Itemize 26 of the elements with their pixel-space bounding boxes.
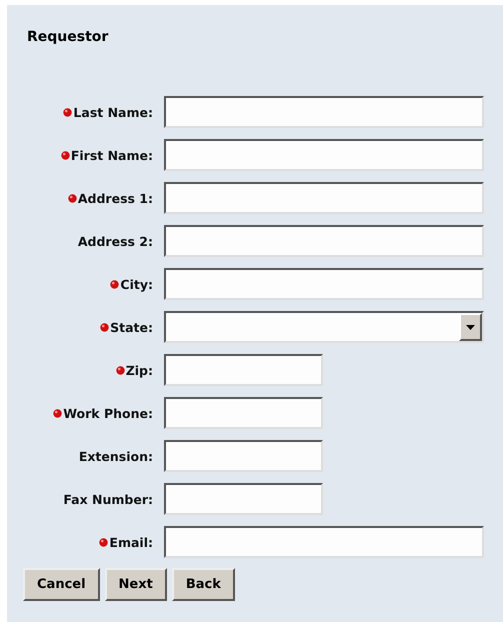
field-label: Last Name: [73,104,153,120]
field-label: Address 2: [78,234,153,248]
input-field[interactable] [164,483,323,515]
input-field[interactable] [164,96,484,128]
field-label: Zip: [126,362,153,378]
input-field[interactable] [164,526,484,558]
input-field[interactable] [164,182,484,214]
field-label: Address 1: [78,190,153,206]
input-field[interactable] [164,225,484,257]
form-button[interactable]: Back [172,568,235,601]
input-field[interactable] [164,440,323,472]
field-label: State: [110,320,153,334]
form-button[interactable]: Next [104,568,167,601]
input-field[interactable] [164,354,323,386]
field-label: First Name: [70,148,153,162]
input-field[interactable] [164,397,323,429]
field-label: City: [120,276,153,292]
section-title: Requestor [27,29,110,47]
field-label: Extension: [78,448,153,464]
field-label: Work Phone: [63,406,153,420]
field-label: Fax Number: [63,492,153,506]
input-field[interactable] [164,268,484,300]
state-dropdown[interactable] [164,311,484,343]
form-button[interactable]: Cancel [23,568,100,601]
field-label: Email: [109,534,153,550]
input-field[interactable] [164,139,484,171]
